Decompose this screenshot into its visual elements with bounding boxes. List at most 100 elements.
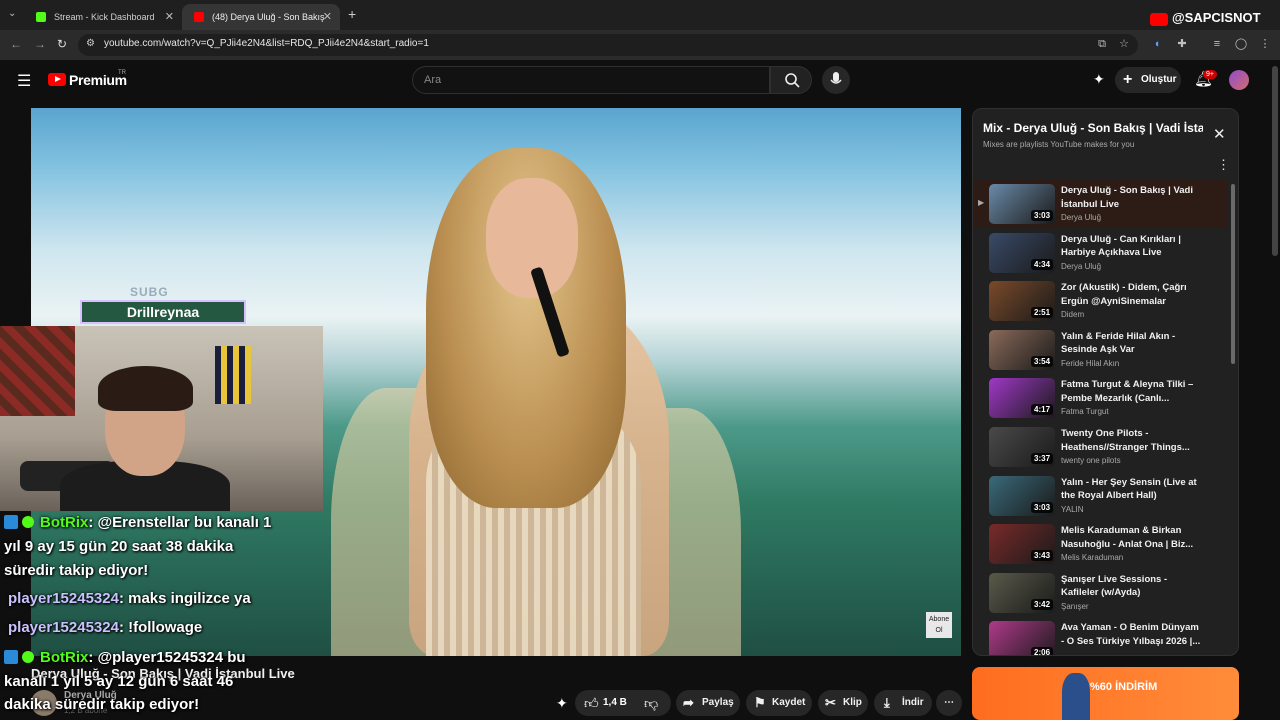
share-button[interactable]: ➦ Paylaş — [676, 690, 740, 716]
playlist-item-title[interactable]: Derya Uluğ - Can Kırıkları | Harbiye Açı… — [1061, 233, 1201, 260]
chat-message: BotRix: @Erenstellar bu kanalı 1 — [4, 514, 271, 531]
playlist-item-channel: Melis Karaduman — [1061, 553, 1124, 563]
playlist-item-channel: YALIN — [1061, 504, 1084, 514]
playlist-item[interactable]: 3:37 Twenty One Pilots - Heathens//Strang… — [973, 423, 1228, 471]
tab-kick-dashboard[interactable]: Stream - Kick Dashboard ✕ — [24, 4, 182, 30]
playlist-panel: Mix - Derya Uluğ - Son Bakış | Vadi İsta… — [972, 108, 1239, 656]
clip-button[interactable]: ✂ Klip — [818, 690, 868, 716]
dislike-button[interactable]: 👎︎ — [644, 695, 658, 712]
save-label: Kaydet — [772, 697, 806, 708]
ad-banner[interactable]: %60 İNDİRİM — [972, 667, 1239, 720]
verified-badge-icon — [22, 651, 34, 663]
like-count: 1,4 B — [603, 697, 627, 708]
back-icon[interactable]: ← — [10, 37, 22, 51]
more-actions-button[interactable]: ⋯ — [936, 690, 962, 716]
extension-icon[interactable]: ◖ — [1150, 37, 1164, 51]
avatar[interactable] — [1229, 70, 1249, 90]
chat-text: : maks ingilizce ya — [118, 590, 251, 607]
now-playing-icon: ▶ — [978, 198, 985, 207]
create-label: Oluştur — [1141, 74, 1177, 85]
playlist-item-title[interactable]: Yalın - Her Şey Sensin (Live at the Roya… — [1061, 476, 1201, 503]
browser-menu-icon[interactable]: ⋮ — [1258, 37, 1272, 51]
close-tab-icon[interactable]: ✕ — [323, 4, 332, 30]
sparkle-icon[interactable]: ✦ — [1093, 71, 1105, 88]
browser-tab-bar: ⌄ Stream - Kick Dashboard ✕ (48) Derya U… — [0, 0, 1280, 30]
playlist-item-title[interactable]: Ava Yaman - O Benim Dünyam - O Ses Türki… — [1061, 621, 1201, 648]
playlist-item[interactable]: 3:43 Melis Karaduman & Birkan Nasuhoğlu -… — [973, 520, 1228, 568]
subscribe-overlay[interactable]: Abone Ol — [926, 612, 952, 638]
close-icon[interactable]: ✕ — [1213, 125, 1226, 143]
chat-text: : !followage — [118, 619, 203, 636]
playlist-item-title[interactable]: Derya Uluğ - Son Bakış | Vadi İstanbul L… — [1061, 184, 1201, 211]
voice-search-button[interactable] — [822, 66, 850, 94]
duration-badge: 4:34 — [1031, 258, 1054, 270]
like-button[interactable]: 👍︎ — [584, 695, 599, 712]
chat-text: süredir takip ediyor! — [4, 562, 149, 579]
playlist-item[interactable]: 3:54 Yalın & Feride Hilal Akın - Sesinde … — [973, 326, 1228, 374]
forward-icon[interactable]: → — [34, 37, 46, 51]
playlist-item-title[interactable]: Şanışer Live Sessions - Kafileler (w/Ayd… — [1061, 573, 1201, 600]
playlist-item[interactable]: 3:03 Yalın - Her Şey Sensin (Live at the … — [973, 472, 1228, 520]
streamer-handle: @SAPCISNOT — [1172, 10, 1261, 25]
duration-badge: 3:03 — [1031, 210, 1054, 221]
profile-icon[interactable]: ◯ — [1234, 37, 1248, 51]
youtube-logo-icon — [1150, 13, 1168, 26]
new-tab-button[interactable]: + — [348, 6, 356, 22]
install-icon[interactable]: ⧉ — [1095, 37, 1109, 51]
playlist-item-title[interactable]: Fatma Turgut & Aleyna Tilki – Pembe Meza… — [1061, 378, 1201, 405]
chat-text: kanalı 1 yıl 5 ay 12 gün 6 saat 46 — [4, 673, 234, 690]
playlist-item-channel: Derya Uluğ — [1061, 261, 1102, 271]
ai-sparkle-icon[interactable]: ✦ — [556, 695, 568, 712]
tab-youtube[interactable]: (48) Derya Uluğ - Son Bakış ✕ — [182, 4, 340, 30]
create-button[interactable]: + Oluştur — [1115, 67, 1181, 93]
youtube-logo-icon[interactable] — [48, 73, 66, 86]
chat-username: BotRix — [40, 514, 89, 531]
hamburger-menu-icon[interactable]: ☰ — [17, 71, 31, 91]
playlist-item-title[interactable]: Twenty One Pilots - Heathens//Stranger T… — [1061, 427, 1201, 454]
chat-message: BotRix: @player15245324 bu — [4, 649, 246, 666]
playlist-item[interactable]: 2:06 Ava Yaman - O Benim Dünyam - O Ses T… — [973, 617, 1228, 655]
chat-text: : @Erenstellar bu kanalı 1 — [88, 514, 272, 531]
chat-text: : @player15245324 bu — [88, 649, 246, 666]
duration-badge: 3:03 — [1031, 501, 1054, 513]
playlist-scrollbar[interactable] — [1231, 184, 1235, 364]
subscribe-overlay-label: Abone Ol — [928, 616, 950, 634]
save-button[interactable]: ⚑ Kaydet — [746, 690, 812, 716]
search-input[interactable] — [412, 66, 770, 94]
streamer-hair — [98, 366, 193, 411]
clip-label: Klip — [843, 697, 862, 708]
chat-mod-icon — [4, 515, 18, 529]
chat-message: player15245324: !followage — [8, 619, 202, 636]
playlist-item-title[interactable]: Melis Karaduman & Birkan Nasuhoğlu - Anl… — [1061, 524, 1201, 551]
singer-face — [486, 178, 578, 298]
reload-icon[interactable]: ↻ — [57, 37, 67, 51]
playlist-item[interactable]: ▶ 3:03 Derya Uluğ - Son Bakış | Vadi İstan… — [973, 180, 1228, 228]
playlist-item[interactable]: 4:17 Fatma Turgut & Aleyna Tilki – Pembe … — [973, 374, 1228, 422]
playlist-title[interactable]: Mix - Derya Uluğ - Son Bakış | Vadi İsta… — [983, 121, 1203, 135]
playlist-item[interactable]: 2:51 Zor (Akustik) - Didem, Çağrı Ergün @… — [973, 277, 1228, 325]
chat-username: BotRix — [40, 649, 89, 666]
duration-badge: 3:54 — [1031, 355, 1054, 367]
more-vert-icon[interactable]: ⋮ — [1217, 157, 1230, 173]
close-tab-icon[interactable]: ✕ — [165, 4, 174, 30]
share-icon: ➦ — [683, 695, 694, 710]
search-button[interactable] — [770, 66, 812, 94]
site-info-icon[interactable]: ⚙ — [86, 38, 95, 49]
bookmark-star-icon[interactable]: ☆ — [1117, 37, 1131, 51]
wall-rug — [0, 326, 75, 416]
tab-list-button[interactable]: ⌄ — [8, 8, 16, 19]
url-text[interactable]: youtube.com/watch?v=Q_PJii4e2N4&list=RDQ… — [104, 38, 429, 49]
scissors-icon: ✂ — [825, 695, 836, 710]
chat-message-cont: süredir takip ediyor! — [4, 562, 148, 579]
media-icon[interactable]: ≡ — [1210, 37, 1224, 51]
playlist-item[interactable]: 4:34 Derya Uluğ - Can Kırıkları | Harbiye… — [973, 229, 1228, 277]
download-button[interactable]: ⤓ İndir — [874, 690, 932, 716]
playlist-item-channel: twenty one pilots — [1061, 456, 1121, 465]
download-icon: ⤓ — [884, 695, 890, 710]
playlist-item-title[interactable]: Yalın & Feride Hilal Akın - Sesinde Aşk … — [1061, 330, 1201, 357]
extensions-puzzle-icon[interactable]: ✚ — [1175, 37, 1189, 51]
playlist-item-title[interactable]: Zor (Akustik) - Didem, Çağrı Ergün @Ayni… — [1061, 281, 1201, 308]
page-scrollbar[interactable] — [1272, 66, 1278, 256]
playlist-item[interactable]: 3:42 Şanışer Live Sessions - Kafileler (w… — [973, 569, 1228, 617]
verified-badge-icon — [22, 516, 34, 528]
